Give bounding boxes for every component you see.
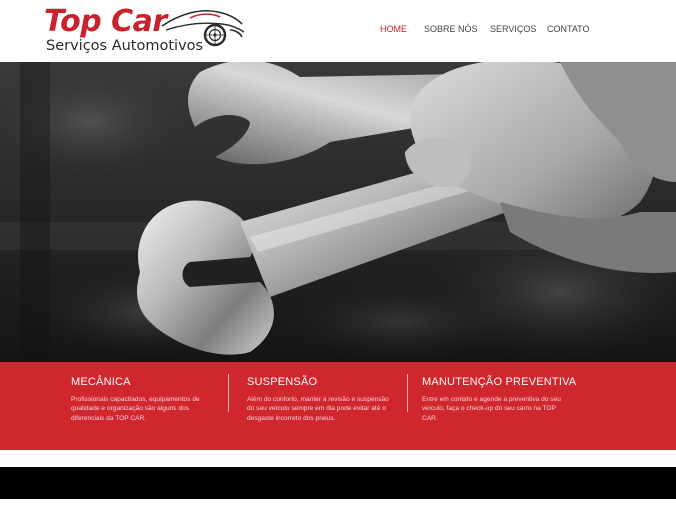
nav-home[interactable]: HOME xyxy=(380,22,407,36)
section-spacer xyxy=(0,450,676,467)
service-title: MECÂNICA xyxy=(71,376,131,388)
service-text: Profissionais capacitados, equipamentos … xyxy=(71,396,200,422)
service-title: SUSPENSÃO xyxy=(247,376,318,388)
service-text: Entre em contato e agende a preventiva d… xyxy=(422,396,561,422)
nav-contact[interactable]: CONTATO xyxy=(547,22,590,36)
column-divider xyxy=(407,374,408,412)
service-column-suspensao: SUSPENSÃO Além do conforto, manter a rev… xyxy=(247,375,397,423)
brand-subtitle: Serviços Automotivos xyxy=(46,38,204,54)
wrench-photo xyxy=(0,62,676,362)
brand-title: Top Car xyxy=(44,4,167,39)
bottom-strip xyxy=(0,499,676,507)
service-title: MANUTENÇÃO PREVENTIVA xyxy=(422,376,577,388)
site-header: Top Car Serviços Automotivos HOME SOBRE … xyxy=(0,0,676,62)
nav-services[interactable]: SERVIÇOS xyxy=(490,22,536,36)
service-text: Além do conforto, manter a revisão e sus… xyxy=(247,396,389,422)
footer-bar xyxy=(0,467,676,499)
services-band: MECÂNICA Profissionais capacitados, equi… xyxy=(0,362,676,450)
column-divider xyxy=(228,374,229,412)
brand-logo[interactable]: Top Car Serviços Automotivos xyxy=(42,4,247,60)
nav-about[interactable]: SOBRE NÓS xyxy=(424,22,478,36)
service-column-manutencao: MANUTENÇÃO PREVENTIVA Entre em contato e… xyxy=(422,375,577,423)
hero-image xyxy=(0,62,676,362)
service-column-mecanica: MECÂNICA Profissionais capacitados, equi… xyxy=(71,375,221,423)
